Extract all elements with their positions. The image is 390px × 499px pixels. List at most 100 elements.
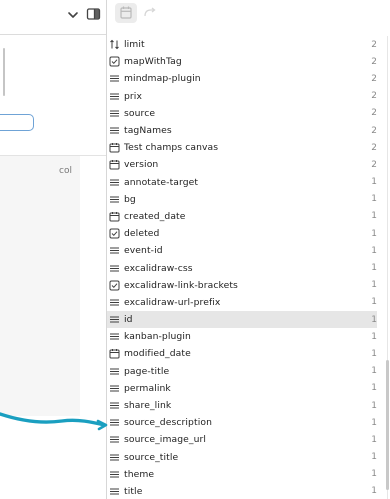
right-topbar [107,0,390,28]
property-name: event-id [124,245,163,257]
property-row[interactable]: excalidraw-css 1 [107,259,377,276]
redo-icon[interactable] [142,5,158,19]
scroll-thumb[interactable] [386,360,389,490]
table-panel [0,156,80,416]
property-count: 1 [371,194,377,205]
property-row[interactable]: excalidraw-link-brackets 1 [107,277,377,294]
text-lines-icon [109,177,120,188]
property-row[interactable]: limit 2 [107,36,377,53]
property-row[interactable]: created_date 1 [107,208,377,225]
property-name: page-title [124,365,170,377]
property-name: theme [124,468,155,480]
property-row[interactable]: kanban-plugin 1 [107,328,377,345]
property-name: source_description [124,417,212,429]
property-name: source_title [124,451,179,463]
property-row[interactable]: mindmap-plugin 2 [107,70,377,87]
property-count: 1 [371,314,377,325]
property-name: id [124,314,133,326]
property-row[interactable]: modified_date 1 [107,345,377,362]
property-row[interactable]: page-title 1 [107,363,377,380]
checkbox-icon [109,56,120,67]
property-list: limit 2 mapWithTag 2 mindmap-plugin 2 prix 2 sou… [107,36,377,499]
property-name: mapWithTag [124,56,182,68]
property-row[interactable]: tagNames 2 [107,122,377,139]
property-row[interactable]: annotate-target 1 [107,174,377,191]
text-lines-icon [109,297,120,308]
property-row[interactable]: version 2 [107,156,377,173]
property-name: version [124,159,159,171]
property-name: permalink [124,382,171,394]
property-count: 1 [371,177,377,188]
property-count: 1 [371,331,377,342]
property-count: 2 [371,159,377,170]
property-row[interactable]: source_description 1 [107,414,377,431]
chevron-down-icon[interactable] [66,7,80,21]
property-count: 2 [371,56,377,67]
calendar-icon [109,142,120,153]
text-lines-icon [109,434,120,445]
property-row[interactable]: event-id 1 [107,242,377,259]
text-lines-icon [109,383,120,394]
checkbox-icon [109,280,120,291]
property-count: 2 [371,108,377,119]
property-count: 1 [371,400,377,411]
property-row[interactable]: bg 1 [107,191,377,208]
property-count: 1 [371,263,377,274]
property-row[interactable]: Test champs canvas 2 [107,139,377,156]
property-name: deleted [124,228,160,240]
property-row[interactable]: prix 2 [107,88,377,105]
property-row[interactable]: deleted 1 [107,225,377,242]
property-row[interactable]: mapWithTag 2 [107,53,377,70]
property-name: share_link [124,400,172,412]
property-count: 1 [371,280,377,291]
property-count: 1 [371,245,377,256]
divider [0,34,106,35]
property-name: excalidraw-css [124,262,193,274]
property-name: Test champs canvas [124,142,219,154]
left-scroll-thumb[interactable] [3,48,5,96]
property-row[interactable]: id 1 [107,311,377,329]
property-name: modified_date [124,348,191,360]
property-row[interactable]: source_image_url 1 [107,431,377,448]
text-lines-icon [109,486,120,497]
text-lines-icon [109,366,120,377]
property-name: excalidraw-url-prefix [124,296,221,308]
sidebar-toggle-icon[interactable] [86,6,101,20]
property-row[interactable]: title 1 [107,483,377,499]
property-row[interactable]: source 2 [107,105,377,122]
property-count: 1 [371,366,377,377]
text-lines-icon [109,245,120,256]
text-lines-icon [109,108,120,119]
property-count: 2 [371,73,377,84]
calendar-icon [109,348,120,359]
calendar-icon[interactable] [115,3,137,23]
property-name: title [124,485,143,497]
property-row[interactable]: permalink 1 [107,380,377,397]
text-lines-icon [109,263,120,274]
property-row[interactable]: theme 1 [107,466,377,483]
property-name: bg [124,193,136,205]
property-name: mindmap-plugin [124,73,201,85]
property-name: prix [124,90,142,102]
property-count: 1 [371,486,377,497]
property-row[interactable]: source_title 1 [107,449,377,466]
property-count: 1 [371,417,377,428]
calendar-icon [109,211,120,222]
text-lines-icon [109,417,120,428]
property-name: limit [124,39,145,51]
text-input[interactable] [0,114,34,131]
property-count: 1 [371,211,377,222]
calendar-icon [109,159,120,170]
property-count: 2 [371,39,377,50]
property-count: 1 [371,228,377,239]
property-count: 1 [371,383,377,394]
text-lines-icon [109,400,120,411]
property-count: 1 [371,434,377,445]
property-name: source_image_url [124,434,207,446]
all-properties-pane: limit 2 mapWithTag 2 mindmap-plugin 2 prix 2 sou… [107,0,390,499]
left-pane: col [0,0,106,499]
column-header: col [59,166,72,176]
property-count: 2 [371,125,377,136]
property-row[interactable]: share_link 1 [107,397,377,414]
property-row[interactable]: excalidraw-url-prefix 1 [107,294,377,311]
